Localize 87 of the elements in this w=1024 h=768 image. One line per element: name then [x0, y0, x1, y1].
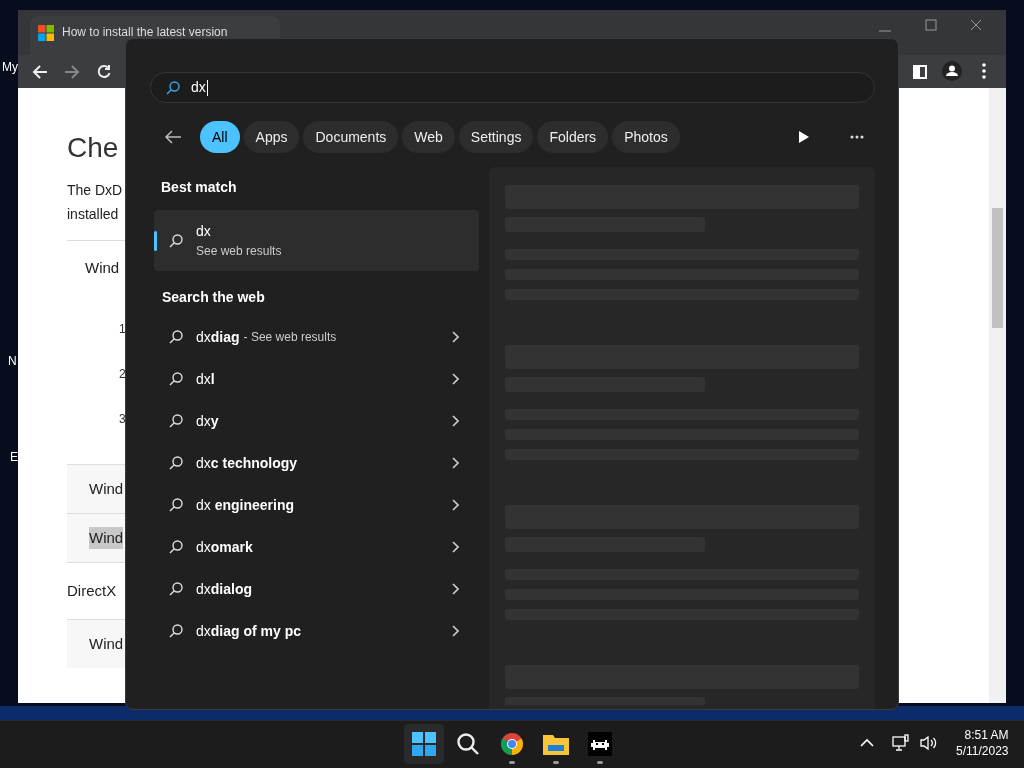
result-subtitle: See web results — [196, 243, 282, 260]
search-field[interactable]: dx — [150, 72, 875, 103]
section-heading: Best match — [161, 178, 238, 197]
more-options-icon[interactable] — [850, 135, 864, 139]
section-heading: Search the web — [162, 288, 266, 307]
result-title: dx — [196, 222, 212, 241]
desktop-icon-label[interactable]: My — [2, 58, 18, 76]
suggestion-note: - See web results — [243, 329, 337, 346]
chevron-right-icon — [451, 541, 459, 553]
suggestion-text: dxdialog — [196, 579, 253, 599]
table-text: Wind — [89, 478, 124, 499]
filter-tab[interactable]: Photos — [612, 121, 680, 153]
web-suggestion-item[interactable]: dx engineering — [154, 484, 479, 526]
step-number: 1 — [119, 321, 126, 338]
scrollbar[interactable] — [989, 88, 1006, 703]
table-text: Wind — [89, 633, 124, 654]
volume-icon[interactable] — [920, 735, 938, 751]
side-panel-icon[interactable] — [913, 65, 927, 79]
web-suggestion-item[interactable]: dxc technology — [154, 442, 479, 484]
web-suggestion-item[interactable]: dxomark — [154, 526, 479, 568]
desktop-icon-label[interactable]: N — [8, 352, 17, 370]
search-icon — [168, 329, 184, 345]
tab-title: How to install the latest version — [62, 25, 228, 40]
page-heading: Che — [67, 131, 119, 165]
suggestion-text: dxomark — [196, 537, 253, 557]
suggestion-text: dxl — [196, 369, 215, 389]
search-icon — [168, 455, 184, 471]
windows-logo-icon — [38, 25, 54, 41]
search-icon — [456, 732, 480, 756]
reload-icon[interactable] — [96, 63, 112, 80]
profile-icon[interactable] — [942, 61, 962, 81]
browser-icon — [500, 732, 524, 756]
chevron-right-icon — [451, 331, 459, 343]
web-suggestion-item[interactable]: dxy — [154, 400, 479, 442]
clock[interactable]: 8:51 AM 5/11/2023 — [956, 727, 1009, 759]
close-icon[interactable] — [970, 19, 982, 31]
search-icon — [168, 623, 184, 639]
chevron-right-icon — [451, 415, 459, 427]
suggestion-text: dxdiag of my pc — [196, 621, 302, 641]
suggestion-text: dxdiag — [196, 327, 240, 347]
taskbar-app-button[interactable] — [404, 724, 444, 764]
paragraph-text: DirectX — [67, 580, 117, 601]
filter-tab[interactable]: Apps — [243, 121, 300, 153]
web-suggestion-item[interactable]: dxl — [154, 358, 479, 400]
filter-tab[interactable]: Folders — [537, 121, 609, 153]
back-arrow-icon[interactable] — [164, 129, 182, 145]
suggestion-text: dxy — [196, 411, 219, 431]
filter-tab[interactable]: Settings — [458, 121, 534, 153]
more-menu-icon[interactable] — [982, 63, 986, 79]
play-icon[interactable] — [798, 131, 809, 143]
filter-tab[interactable]: Documents — [303, 121, 399, 153]
chevron-right-icon — [451, 625, 459, 637]
web-suggestion-item[interactable]: dxdialog — [154, 568, 479, 610]
table-text: Wind — [89, 526, 124, 550]
search-icon — [168, 413, 184, 429]
chevron-right-icon — [451, 373, 459, 385]
filter-tab[interactable]: All — [200, 121, 240, 153]
filter-tab[interactable]: Web — [402, 121, 455, 153]
clock-time: 8:51 AM — [964, 727, 1009, 743]
chevron-right-icon — [451, 499, 459, 511]
step-number: 3 — [119, 411, 126, 428]
search-icon — [165, 79, 181, 96]
step-number: 2 — [119, 366, 126, 383]
chevron-right-icon — [451, 457, 459, 469]
desktop-icon-label[interactable]: E — [10, 448, 18, 466]
search-icon — [168, 539, 184, 555]
web-suggestion-item[interactable]: dxdiag - See web results — [154, 316, 479, 358]
windows-logo-icon — [412, 732, 436, 756]
suggestion-text: dx engineering — [196, 495, 295, 515]
chevron-right-icon — [451, 583, 459, 595]
chevron-up-icon[interactable] — [860, 738, 874, 748]
folder-icon — [543, 733, 569, 755]
search-icon — [168, 497, 184, 513]
clock-date: 5/11/2023 — [956, 743, 1009, 759]
paragraph-text: installed — [67, 205, 119, 224]
forward-arrow-icon[interactable] — [64, 63, 80, 80]
space-invader-icon — [588, 732, 612, 756]
paragraph-text: The DxD — [67, 181, 123, 200]
search-icon — [168, 371, 184, 387]
search-icon — [168, 581, 184, 597]
network-icon[interactable] — [892, 734, 910, 752]
suggestion-text: dxc technology — [196, 453, 298, 473]
window-maximize-icon[interactable] — [925, 19, 937, 31]
table-text: Wind — [85, 259, 120, 276]
best-match-item[interactable]: dx See web results — [154, 210, 479, 271]
web-suggestion-item[interactable]: dxdiag of my pc — [154, 610, 479, 652]
search-icon — [168, 232, 184, 249]
